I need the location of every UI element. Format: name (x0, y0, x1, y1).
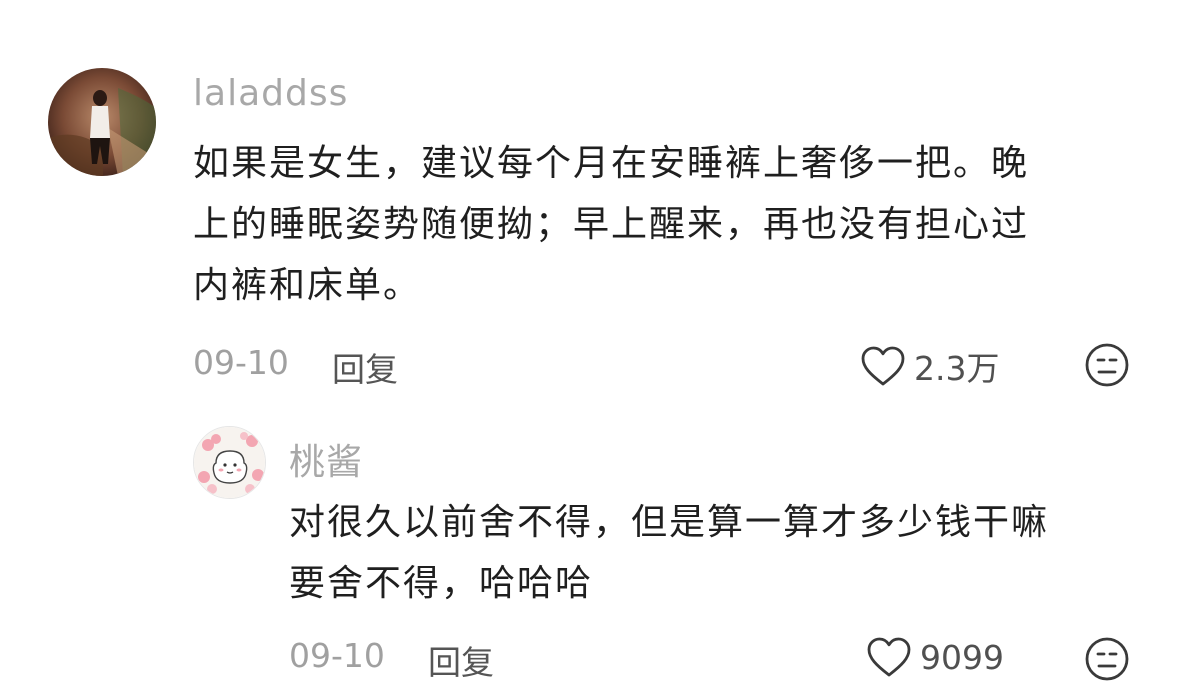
like-button[interactable]: 2.3万 (860, 342, 999, 390)
unhappy-face-icon[interactable] (1084, 636, 1130, 682)
like-button[interactable]: 9099 (866, 636, 1004, 678)
reply-button[interactable]: 回复 (428, 636, 494, 684)
user-avatar[interactable] (48, 68, 156, 176)
comment-text: 对很久以前舍不得，但是算一算才多少钱干嘛 要舍不得，哈哈哈 (289, 492, 1049, 614)
unhappy-face-icon[interactable] (1084, 342, 1130, 388)
comment-text-line: 对很久以前舍不得，但是算一算才多少钱干嘛 (289, 502, 1050, 543)
comment-text-line: 如果是女生，建议每个月在安睡裤上奢侈一把。晚 (193, 143, 1030, 184)
comment-date: 09-10 (289, 636, 385, 675)
comment-text-line: 上的睡眠姿势随便拗；早上醒来，再也没有担心过 (193, 204, 1030, 245)
comment-text: 如果是女生，建议每个月在安睡裤上奢侈一把。晚 上的睡眠姿势随便拗；早上醒来，再也… (193, 133, 1029, 316)
heart-icon (867, 637, 911, 677)
comment-date: 09-10 (193, 343, 289, 382)
comment-username[interactable]: laladdss (193, 73, 348, 114)
like-count: 2.3万 (914, 349, 1000, 388)
reply-button[interactable]: 回复 (332, 343, 398, 391)
user-photo-avatar-icon (48, 68, 156, 176)
user-avatar[interactable] (193, 426, 266, 499)
comment-username[interactable]: 桃酱 (289, 433, 363, 485)
heart-icon (861, 346, 905, 386)
cartoon-sheep-avatar-icon (194, 427, 265, 498)
comment-text-line: 要舍不得，哈哈哈 (289, 563, 594, 604)
comment-text-line: 内裤和床单。 (193, 265, 422, 306)
like-count: 9099 (920, 637, 1004, 677)
